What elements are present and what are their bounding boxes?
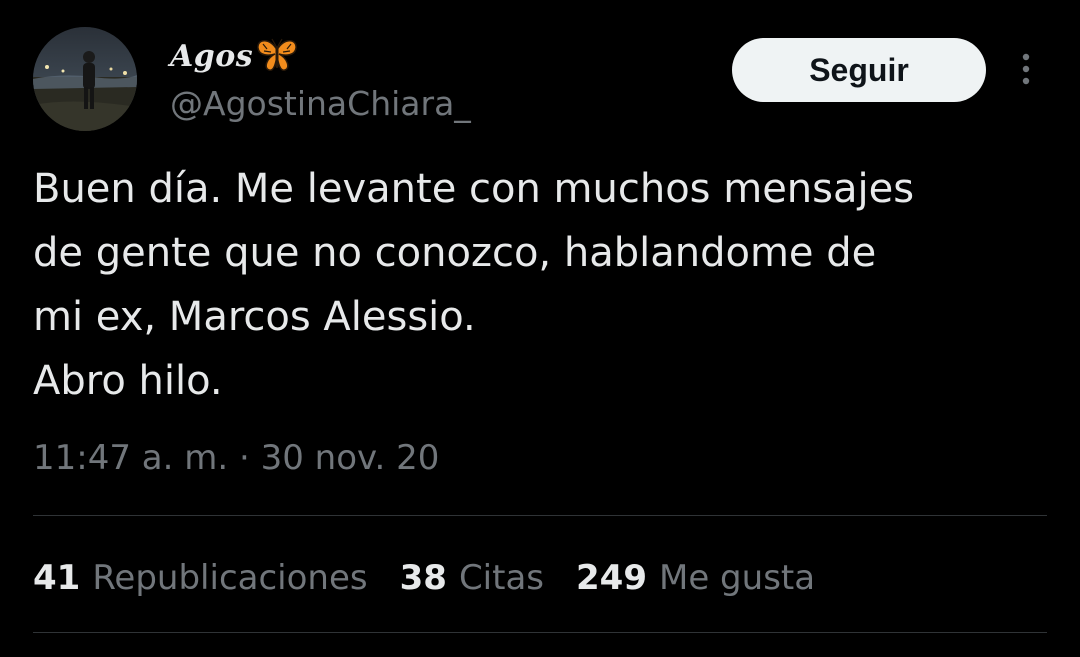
author-avatar[interactable]: [33, 27, 137, 131]
divider: [33, 515, 1047, 516]
tweet-text-line: Abro hilo.: [33, 358, 223, 404]
tweet-timestamp[interactable]: 11:47 a. m. · 30 nov. 20: [33, 436, 439, 480]
tweet-text-line: Buen día. Me levante con muchos mensajes: [33, 166, 915, 212]
quotes-stat[interactable]: 38 Citas: [400, 558, 544, 598]
avatar-photo: [33, 27, 137, 131]
tweet-stats: 41 Republicaciones 38 Citas 249 Me gusta: [33, 553, 847, 603]
tweet-text-line: mi ex, Marcos Alessio.: [33, 294, 476, 340]
butterfly-icon: [255, 36, 299, 76]
tweet-text: Buen día. Me levante con muchos mensajes…: [33, 157, 1053, 413]
quotes-count: 38: [399, 558, 447, 598]
reposts-label: Republicaciones: [92, 558, 368, 598]
author-handle[interactable]: @AgostinaChiara_: [170, 84, 471, 124]
quotes-label: Citas: [458, 558, 545, 598]
display-name-text: Agos: [170, 38, 254, 74]
display-name[interactable]: Agos: [170, 36, 299, 76]
reposts-stat[interactable]: 41 Republicaciones: [33, 558, 368, 598]
divider: [33, 632, 1047, 633]
likes-count: 249: [576, 558, 647, 598]
tweet-text-line: de gente que no conozco, hablandome de: [33, 230, 877, 276]
more-vertical-icon[interactable]: [1012, 50, 1040, 90]
likes-label: Me gusta: [659, 558, 816, 598]
likes-stat[interactable]: 249 Me gusta: [576, 558, 815, 598]
follow-button[interactable]: Seguir: [732, 38, 986, 102]
reposts-count: 41: [33, 558, 81, 598]
